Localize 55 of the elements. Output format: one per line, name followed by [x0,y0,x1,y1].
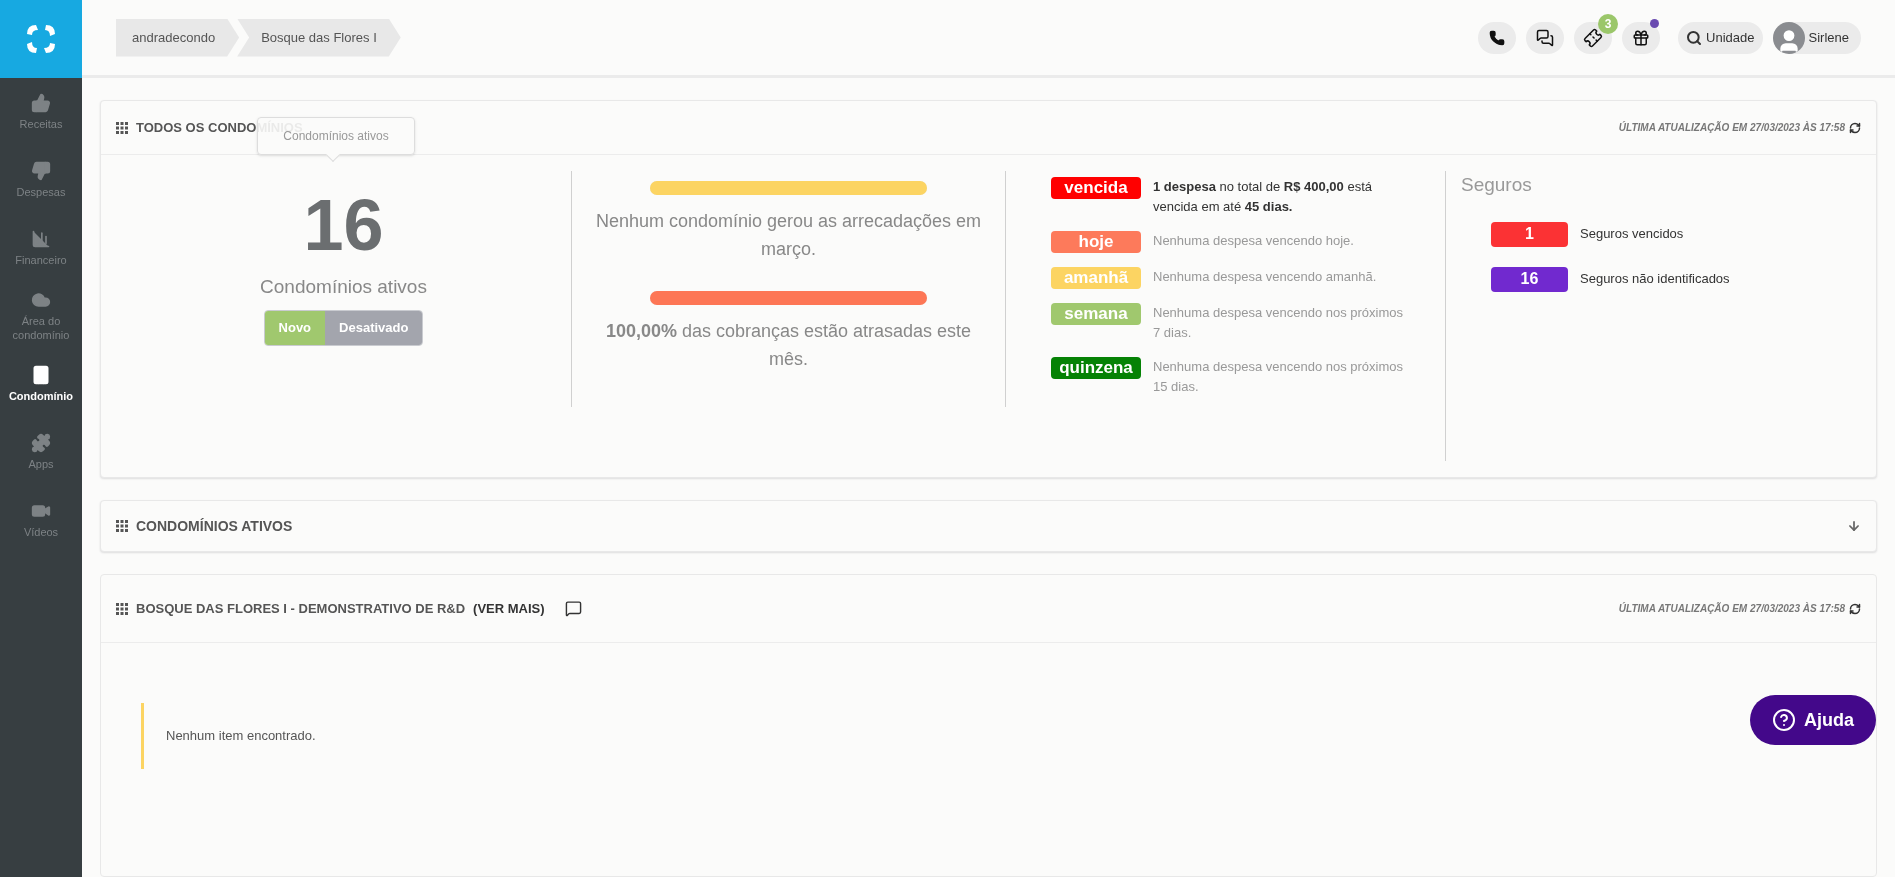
alert-text: Nenhuma despesa vencendo nos próximos 15 dias. [1153,358,1405,396]
count-badge: 16 [1491,266,1568,292]
count-label: Condomínios ativos [260,275,427,299]
breadcrumb-link[interactable]: Bosque das Flores I [237,18,401,57]
grid-icon [116,121,128,134]
logo-tile[interactable] [0,0,82,78]
help-icon [1772,708,1796,732]
alert-text: 1 despesa no total de R$ 400,00 está vencida em até 45 dias. [1153,178,1373,216]
avatar [1772,21,1805,54]
card-title: BOSQUE DAS FLORES I - DEMONSTRATIVO DE R&D [136,599,466,618]
alert-badge: vencida [1051,177,1141,199]
alert-text: Nenhuma despesa vencendo hoje. [1153,232,1355,250]
thumbs-down-icon [31,161,51,181]
phone-icon [1489,29,1506,46]
grid-icon [116,602,128,615]
logo-icon [24,22,58,56]
last-update-text: ÚLTIMA ATUALIZAÇÃO EM 27/03/2023 ÀS 17:58 [1618,601,1845,616]
user-menu[interactable]: Sirlene [1772,21,1861,54]
phone-button[interactable] [1478,21,1517,54]
notification-badge: 3 [1598,13,1619,34]
insurance-label: Seguros vencidos [1580,225,1684,244]
alert-badge: semana [1051,303,1141,325]
section-title: Seguros [1461,174,1532,195]
cloud-icon [31,290,51,310]
gift-icon [1632,28,1651,47]
alert-text: Nenhuma despesa vencendo nos próximos 7 dias. [1153,304,1405,342]
gift-button[interactable] [1622,21,1661,54]
alert-badge: hoje [1051,231,1141,253]
thumbs-up-icon [31,93,51,113]
card-title: CONDOMÍNIOS ATIVOS [136,516,293,536]
alert-text: Nenhuma despesa vencendo amanhã. [1153,268,1378,286]
alert-badge: quinzena [1051,357,1141,379]
chat-icon [1536,28,1555,47]
comment-icon[interactable] [564,600,582,617]
breadcrumb-link[interactable]: andradecondo [116,18,240,57]
help-button[interactable]: Ajuda [1750,695,1876,745]
count-number: 16 [303,185,384,265]
ticket-button[interactable] [1574,21,1613,54]
puzzle-icon [31,433,51,453]
refresh-icon[interactable] [1849,121,1861,134]
see-more-link[interactable]: (VER MAIS) [473,598,545,619]
chat-button[interactable] [1526,21,1565,54]
collapsed-card[interactable]: CONDOMÍNIOS ATIVOS [100,500,1877,552]
progress-text: Nenhum condomínio gerou as arrecadações em março. [594,210,983,261]
search-icon [1686,29,1703,46]
last-update-text: ÚLTIMA ATUALIZAÇÃO EM 27/03/2023 ÀS 17:58 [1618,120,1845,135]
refresh-icon[interactable] [1849,602,1861,615]
sidebar-item[interactable]: Condomínio [0,350,82,418]
download-icon[interactable] [1847,519,1861,533]
grid-icon [116,520,128,532]
count-badge: 1 [1491,221,1568,247]
search-button[interactable]: Unidade [1678,21,1763,54]
insurance-label: Seguros não identificados [1580,270,1730,289]
progress-text: 100,00% das cobranças estão atrasadas este mês. [604,320,973,371]
alert-badge: amanhã [1051,267,1141,289]
